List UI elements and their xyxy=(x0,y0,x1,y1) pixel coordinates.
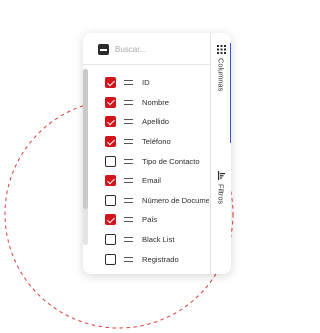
search-input[interactable] xyxy=(115,41,203,57)
side-tab-bar: Columnas Filtros xyxy=(210,33,231,274)
column-row[interactable]: Nombre xyxy=(83,93,210,113)
column-row[interactable]: Apellido xyxy=(83,112,210,132)
column-checkbox[interactable] xyxy=(105,155,116,167)
drag-handle-icon[interactable] xyxy=(124,256,133,262)
column-list: ID Nombre Apellido Teléfono Tipo de Cont xyxy=(83,73,210,269)
tab-filtros[interactable]: Filtros xyxy=(211,169,231,229)
column-row[interactable]: Teléfono xyxy=(83,132,210,152)
column-label: Apellido xyxy=(142,117,170,127)
column-row[interactable]: Email xyxy=(83,171,210,191)
column-label: Nombre xyxy=(142,97,170,107)
column-label: Email xyxy=(142,176,161,186)
column-tool-panel: ID Nombre Apellido Teléfono Tipo de Cont xyxy=(83,33,231,274)
drag-handle-icon[interactable] xyxy=(124,217,133,223)
column-checkbox[interactable] xyxy=(105,194,116,206)
column-row[interactable]: Registrado xyxy=(83,249,210,269)
column-checkbox[interactable] xyxy=(105,77,116,89)
column-row[interactable]: Número de Documento xyxy=(83,191,210,211)
column-label: Registrado xyxy=(142,254,179,264)
column-label: Tipo de Contacto xyxy=(142,156,200,166)
tab-columnas[interactable]: Columnas xyxy=(211,43,231,143)
drag-handle-icon[interactable] xyxy=(124,178,133,184)
column-checkbox[interactable] xyxy=(105,253,116,265)
tab-columnas-label: Columnas xyxy=(216,58,226,92)
column-label: Número de Documento xyxy=(142,195,209,205)
column-label: Black List xyxy=(142,235,175,245)
column-row[interactable]: Tipo de Contacto xyxy=(83,151,210,171)
column-row[interactable]: País xyxy=(83,210,210,230)
column-checkbox[interactable] xyxy=(105,234,116,246)
drag-handle-icon[interactable] xyxy=(124,80,133,86)
drag-handle-icon[interactable] xyxy=(124,237,133,243)
column-label: ID xyxy=(142,78,150,88)
column-label: Teléfono xyxy=(142,137,171,147)
column-row[interactable]: Black List xyxy=(83,230,210,250)
column-row[interactable]: ID xyxy=(83,73,210,93)
drag-handle-icon[interactable] xyxy=(124,158,133,164)
columns-list-pane: ID Nombre Apellido Teléfono Tipo de Cont xyxy=(83,33,210,274)
drag-handle-icon[interactable] xyxy=(124,197,133,203)
drag-handle-icon[interactable] xyxy=(124,119,133,125)
grid-icon xyxy=(216,45,226,54)
column-checkbox[interactable] xyxy=(105,96,116,108)
tab-filtros-label: Filtros xyxy=(216,184,226,205)
select-all-checkbox[interactable] xyxy=(98,44,109,55)
drag-handle-icon[interactable] xyxy=(124,139,133,145)
filter-icon xyxy=(217,171,225,180)
column-checkbox[interactable] xyxy=(105,116,116,128)
column-checkbox[interactable] xyxy=(105,214,116,226)
drag-handle-icon[interactable] xyxy=(124,99,133,105)
column-checkbox[interactable] xyxy=(105,175,116,187)
column-label: País xyxy=(142,215,158,225)
column-checkbox[interactable] xyxy=(105,136,116,148)
search-row xyxy=(83,33,210,65)
